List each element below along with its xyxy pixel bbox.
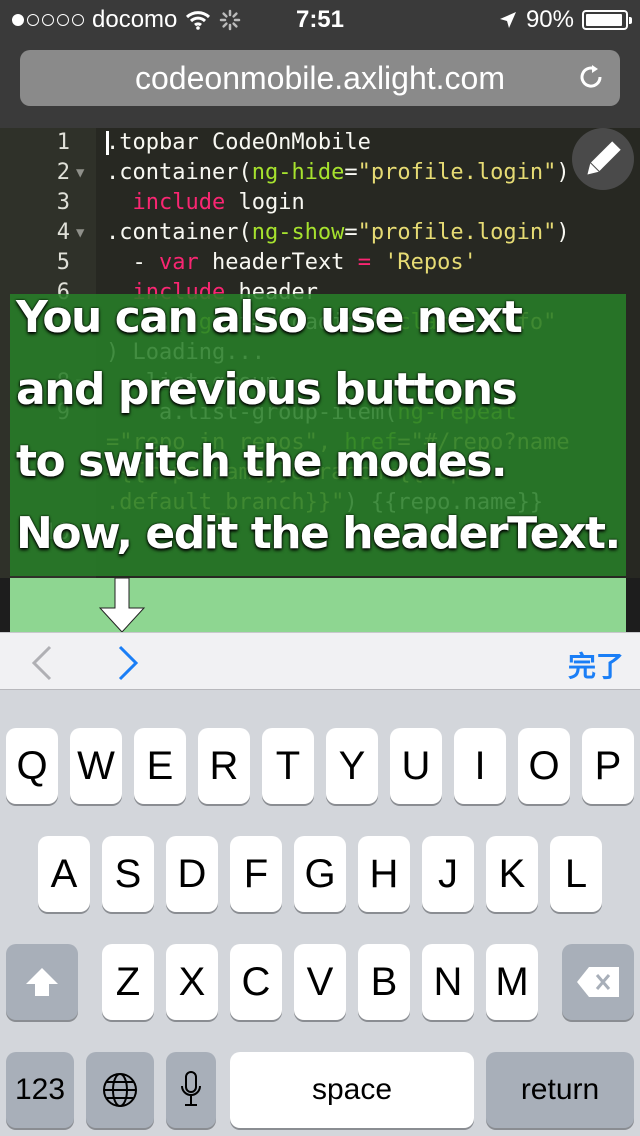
key-f[interactable]: F: [230, 836, 282, 912]
status-bar: docomo 7:51 90%: [0, 0, 640, 40]
key-a[interactable]: A: [38, 836, 90, 912]
tutorial-line: Now, edit the headerText.: [16, 508, 621, 559]
key-j[interactable]: J: [422, 836, 474, 912]
code-line[interactable]: 5 - var headerText = 'Repos': [0, 248, 640, 278]
edit-mode-button[interactable]: [572, 128, 634, 190]
code-text: .container(ng-show="profile.login"): [106, 218, 570, 248]
line-number: 4: [56, 220, 70, 245]
code-text: .container(ng-hide="profile.login"): [106, 158, 570, 188]
next-chevron-icon[interactable]: [116, 645, 140, 681]
code-line[interactable]: 2 ▼ .container(ng-hide="profile.login"): [0, 158, 640, 188]
key-q[interactable]: Q: [6, 728, 58, 804]
code-token: ng-show: [251, 220, 345, 245]
code-token: include: [132, 190, 226, 215]
code-line[interactable]: 4 ▼ .container(ng-show="profile.login"): [0, 218, 640, 248]
key-d[interactable]: D: [166, 836, 218, 912]
tutorial-message: You can also use next and previous butto…: [16, 282, 636, 570]
key-h[interactable]: H: [358, 836, 410, 912]
code-token: headerText: [198, 250, 358, 275]
key-e[interactable]: E: [134, 728, 186, 804]
code-token: -: [106, 250, 159, 275]
key-u[interactable]: U: [390, 728, 442, 804]
key-l[interactable]: L: [550, 836, 602, 912]
code-token: login: [225, 190, 305, 215]
tutorial-line: You can also use next: [16, 292, 523, 343]
code-line[interactable]: 3 include login: [0, 188, 640, 218]
key-c[interactable]: C: [230, 944, 282, 1020]
code-text: - var headerText = 'Repos': [106, 248, 477, 278]
code-token: ): [556, 220, 570, 245]
shift-key[interactable]: [6, 944, 78, 1020]
tutorial-line: and previous buttons: [16, 364, 518, 415]
url-text: codeonmobile.axlight.com: [135, 60, 505, 96]
line-number: 2: [56, 160, 70, 185]
down-arrow-icon: [98, 578, 146, 633]
key-b[interactable]: B: [358, 944, 410, 1020]
fold-toggle-icon[interactable]: ▼: [76, 218, 84, 248]
code-token: =: [344, 160, 358, 185]
code-token: "profile.login": [357, 160, 557, 185]
key-y[interactable]: Y: [326, 728, 378, 804]
key-n[interactable]: N: [422, 944, 474, 1020]
key-r[interactable]: R: [198, 728, 250, 804]
code-token: .container(: [106, 220, 252, 245]
return-key[interactable]: return: [486, 1052, 634, 1128]
key-m[interactable]: M: [486, 944, 538, 1020]
key-x[interactable]: X: [166, 944, 218, 1020]
keyboard-accessory-bar: 完了: [0, 632, 640, 690]
key-s[interactable]: S: [102, 836, 154, 912]
globe-key[interactable]: [86, 1052, 154, 1128]
reload-icon[interactable]: [576, 62, 606, 92]
code-token: =: [357, 250, 371, 275]
shift-icon: [26, 968, 58, 996]
key-z[interactable]: Z: [102, 944, 154, 1020]
line-number: 5: [56, 250, 70, 275]
location-arrow-icon: [499, 12, 516, 28]
globe-icon: [103, 1073, 137, 1107]
code-text: include login: [106, 188, 305, 218]
key-k[interactable]: K: [486, 836, 538, 912]
space-key[interactable]: space: [230, 1052, 474, 1128]
done-button[interactable]: 完了: [568, 645, 624, 685]
tutorial-line: to switch the modes.: [16, 436, 508, 487]
previous-chevron-icon[interactable]: [30, 645, 54, 681]
line-number: 3: [56, 190, 70, 215]
line-number: 1: [56, 130, 70, 155]
key-w[interactable]: W: [70, 728, 122, 804]
code-token: .topbar CodeOnMobile: [106, 130, 371, 155]
code-token: "profile.login": [357, 220, 557, 245]
microphone-icon: [181, 1071, 201, 1106]
keyboard: 123 space return QWERTYUIOP ASDFGHJKL ZXCV…: [0, 690, 640, 1136]
key-t[interactable]: T: [262, 728, 314, 804]
key-p[interactable]: P: [582, 728, 634, 804]
code-line[interactable]: 1 .topbar CodeOnMobile: [0, 128, 640, 158]
fold-toggle-icon[interactable]: ▼: [76, 158, 84, 188]
key-o[interactable]: O: [518, 728, 570, 804]
numbers-key[interactable]: 123: [6, 1052, 74, 1128]
battery-percent: 90%: [525, 6, 574, 33]
key-v[interactable]: V: [294, 944, 346, 1020]
code-token: =: [344, 220, 358, 245]
status-right: 90%: [498, 6, 632, 34]
url-bar[interactable]: codeonmobile.axlight.com: [20, 50, 620, 106]
code-token: var: [158, 250, 199, 275]
key-i[interactable]: I: [454, 728, 506, 804]
battery-icon: [582, 10, 632, 30]
code-token: ng-hide: [251, 160, 345, 185]
browser-chrome: docomo 7:51 90% codeonmobile.axlight.com: [0, 0, 640, 128]
pencil-icon: [587, 141, 621, 175]
dictation-key[interactable]: [166, 1052, 216, 1128]
backspace-icon: [577, 967, 619, 997]
code-text: .topbar CodeOnMobile: [106, 128, 371, 158]
code-token: .container(: [106, 160, 252, 185]
key-g[interactable]: G: [294, 836, 346, 912]
code-token: 'Repos': [384, 250, 477, 275]
backspace-key[interactable]: [562, 944, 634, 1020]
code-token: ): [556, 160, 570, 185]
